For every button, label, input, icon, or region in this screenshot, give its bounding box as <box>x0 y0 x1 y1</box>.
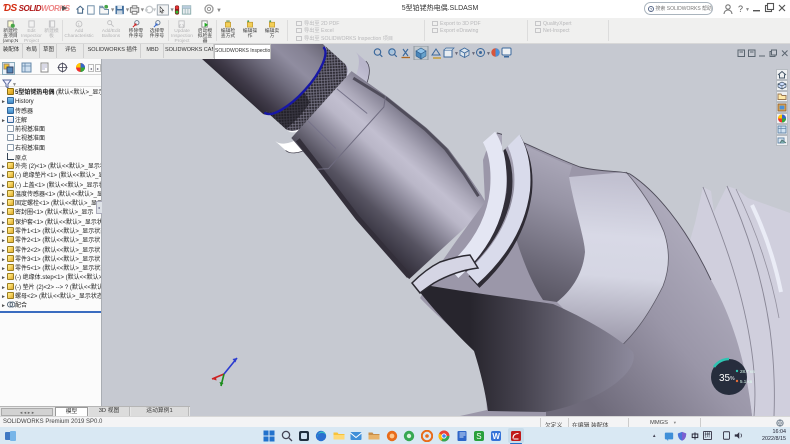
svg-text:1: 1 <box>77 22 80 27</box>
svg-text:S: S <box>476 432 481 441</box>
svg-text:▼: ▼ <box>471 51 476 57</box>
svg-text:▼: ▼ <box>125 7 131 13</box>
svg-text:?: ? <box>738 4 743 14</box>
svg-text:28.7 KB: 28.7 KB <box>740 369 755 374</box>
svg-text:▼: ▼ <box>110 7 116 13</box>
svg-text:▼: ▼ <box>169 7 175 13</box>
svg-text:▼: ▼ <box>152 7 158 13</box>
svg-text:W: W <box>492 432 500 441</box>
svg-text:▼: ▼ <box>454 51 459 57</box>
svg-text:▼: ▼ <box>216 8 222 14</box>
svg-text:5.1 KB: 5.1 KB <box>740 379 753 384</box>
svg-text:▼: ▼ <box>140 7 146 13</box>
svg-text:▼: ▼ <box>486 51 491 57</box>
svg-text:▼: ▼ <box>745 7 750 13</box>
